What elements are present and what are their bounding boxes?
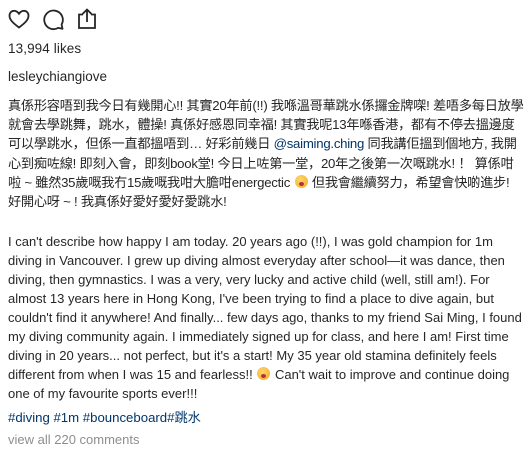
user-mention-link[interactable]: @saiming.ching bbox=[274, 136, 365, 151]
hashtag-link[interactable]: #bounceboard bbox=[83, 410, 167, 425]
comment-bubble-icon[interactable] bbox=[40, 6, 66, 32]
hashtag-link[interactable]: #跳水 bbox=[167, 410, 201, 425]
caption-en-text: I can't describe how happy I am today. 2… bbox=[8, 234, 522, 383]
caption-english: I can't describe how happy I am today. 2… bbox=[8, 232, 524, 403]
crazy-face-emoji-icon bbox=[294, 174, 308, 188]
caption-chinese: 真係形容唔到我今日有幾開心!! 其實20年前(!!) 我喺溫哥華跳水係攞金牌㗎!… bbox=[8, 96, 524, 211]
post-caption: 真係形容唔到我今日有幾開心!! 其實20年前(!!) 我喺溫哥華跳水係攞金牌㗎!… bbox=[8, 96, 524, 403]
share-upload-icon[interactable] bbox=[74, 6, 100, 32]
post-username[interactable]: lesleychiangiove bbox=[8, 69, 107, 84]
heart-outline-icon[interactable] bbox=[6, 6, 32, 32]
hashtag-link[interactable]: #1m bbox=[53, 410, 79, 425]
view-all-comments-link[interactable]: view all 220 comments bbox=[8, 432, 140, 447]
post-actions bbox=[6, 6, 108, 32]
hashtag-link[interactable]: #diving bbox=[8, 410, 50, 425]
likes-count[interactable]: 13,994 likes bbox=[8, 41, 81, 56]
hashtag-list: #diving #1m #bounceboard#跳水 bbox=[8, 407, 201, 426]
crazy-face-emoji-icon bbox=[257, 367, 271, 381]
